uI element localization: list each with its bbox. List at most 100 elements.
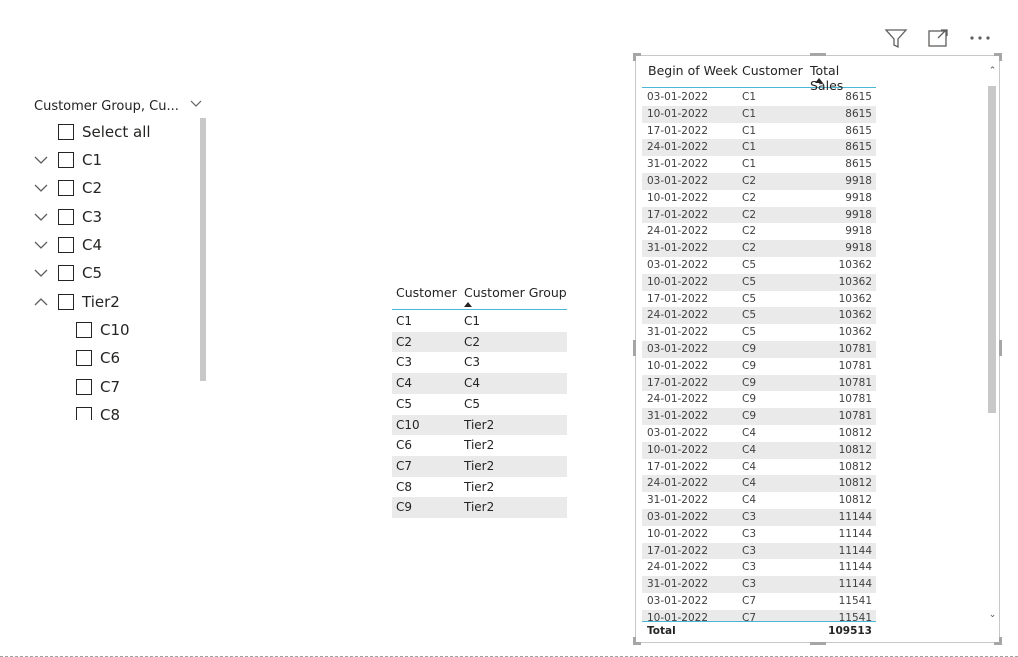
checkbox[interactable] xyxy=(58,152,74,168)
table-row[interactable]: 03-01-2022 C4 10812 xyxy=(642,425,876,442)
table-row[interactable]: 24-01-2022 C4 10812 xyxy=(642,475,876,493)
table-row[interactable]: 24-01-2022 C9 10781 xyxy=(642,391,876,408)
cell-customer: C2 xyxy=(742,191,757,204)
table-row[interactable]: 17-01-2022 C1 8615 xyxy=(642,123,876,140)
slicer-item[interactable]: C4 xyxy=(32,233,102,257)
focus-mode-icon[interactable] xyxy=(926,27,950,49)
checkbox[interactable] xyxy=(58,180,74,196)
table-row[interactable]: C6 Tier2 xyxy=(392,435,567,456)
cell-begin-of-week: 10-01-2022 xyxy=(647,443,709,456)
table-row[interactable]: C3 C3 xyxy=(392,352,567,373)
checkbox[interactable] xyxy=(76,379,92,395)
chevron-down-icon[interactable] xyxy=(32,238,50,252)
column-header-customer[interactable]: Customer xyxy=(742,63,803,78)
slicer-header[interactable]: Customer Group, Cu... xyxy=(34,99,204,117)
chevron-down-icon[interactable] xyxy=(32,181,50,195)
resize-handle[interactable] xyxy=(999,53,1002,61)
table-row[interactable]: 10-01-2022 C3 11144 xyxy=(642,526,876,543)
cell-total-sales: 8615 xyxy=(845,141,872,154)
table-row[interactable]: 17-01-2022 C4 10812 xyxy=(642,459,876,476)
checkbox[interactable] xyxy=(58,294,74,310)
table-row[interactable]: 03-01-2022 C7 11541 xyxy=(642,593,876,610)
table-row[interactable]: 31-01-2022 C2 9918 xyxy=(642,240,876,257)
column-header-begin-of-week[interactable]: Begin of Week xyxy=(648,63,738,78)
table-row[interactable]: 03-01-2022 C5 10362 xyxy=(642,257,876,274)
table-row[interactable]: C7 Tier2 xyxy=(392,455,567,477)
resize-handle[interactable] xyxy=(999,340,1002,356)
slicer-item-label: C7 xyxy=(100,378,121,396)
table-scrollbar-thumb[interactable] xyxy=(988,86,996,413)
table-row[interactable]: 17-01-2022 C9 10781 xyxy=(642,374,876,392)
resize-handle[interactable] xyxy=(633,340,636,356)
checkbox[interactable] xyxy=(58,209,74,225)
slicer-item[interactable]: C1 xyxy=(32,148,102,172)
table-row[interactable]: C5 C5 xyxy=(392,394,567,415)
table-row[interactable]: 24-01-2022 C5 10362 xyxy=(642,307,876,325)
table-row[interactable]: C10 Tier2 xyxy=(392,414,567,436)
filter-icon[interactable] xyxy=(884,27,908,49)
table-row[interactable]: 10-01-2022 C2 9918 xyxy=(642,190,876,207)
table-header: Customer Customer Group xyxy=(392,281,567,310)
column-header-customer-group[interactable]: Customer Group xyxy=(464,285,567,300)
table-row[interactable]: 31-01-2022 C3 11144 xyxy=(642,576,876,593)
sales-table-visual[interactable]: Begin of Week Customer Total Sales 03-01… xyxy=(633,53,1002,645)
checkbox[interactable] xyxy=(58,124,74,140)
table-row[interactable]: 10-01-2022 C9 10781 xyxy=(642,358,876,375)
table-row[interactable]: 17-01-2022 C2 9918 xyxy=(642,206,876,224)
table-row[interactable]: 31-01-2022 C1 8615 xyxy=(642,156,876,173)
scroll-down-icon[interactable]: ⌄ xyxy=(988,611,997,620)
slicer-item[interactable]: C10 xyxy=(76,318,130,342)
table-row[interactable]: 31-01-2022 C5 10362 xyxy=(642,324,876,341)
scroll-up-icon[interactable]: ⌃ xyxy=(988,67,997,76)
chevron-up-icon[interactable] xyxy=(32,295,50,309)
table-row[interactable]: 03-01-2022 C3 11144 xyxy=(642,509,876,526)
table-row[interactable]: 24-01-2022 C3 11144 xyxy=(642,559,876,576)
table-row[interactable]: 10-01-2022 C4 10812 xyxy=(642,441,876,459)
slicer-item[interactable]: Tier2 xyxy=(32,290,120,314)
checkbox[interactable] xyxy=(58,237,74,253)
slicer-item[interactable]: C5 xyxy=(32,261,102,285)
slicer-item[interactable]: C2 xyxy=(32,176,102,200)
table-row[interactable]: 31-01-2022 C9 10781 xyxy=(642,408,876,425)
table-row[interactable]: 10-01-2022 C5 10362 xyxy=(642,273,876,291)
slicer-item[interactable]: C3 xyxy=(32,205,102,229)
table-row[interactable]: 03-01-2022 C2 9918 xyxy=(642,173,876,190)
column-header-customer[interactable]: Customer xyxy=(396,285,457,300)
table-row[interactable]: C4 C4 xyxy=(392,373,567,394)
table-row[interactable]: 10-01-2022 C1 8615 xyxy=(642,105,876,123)
table-row[interactable]: 03-01-2022 C9 10781 xyxy=(642,341,876,358)
slicer-scrollbar[interactable] xyxy=(200,118,206,381)
resize-handle[interactable] xyxy=(810,642,826,645)
table-row[interactable]: 10-01-2022 C7 11541 xyxy=(642,609,876,621)
checkbox[interactable] xyxy=(58,265,74,281)
table-row[interactable]: 31-01-2022 C4 10812 xyxy=(642,492,876,509)
chevron-down-icon[interactable] xyxy=(32,210,50,224)
checkbox[interactable] xyxy=(76,350,92,366)
table-row[interactable]: 17-01-2022 C5 10362 xyxy=(642,291,876,308)
slicer-item[interactable]: C7 xyxy=(76,375,120,399)
table-row[interactable]: C9 Tier2 xyxy=(392,497,567,518)
checkbox[interactable] xyxy=(76,407,92,420)
more-options-icon[interactable] xyxy=(968,27,992,49)
cell-begin-of-week: 24-01-2022 xyxy=(647,561,709,574)
resize-handle[interactable] xyxy=(999,637,1002,645)
table-row[interactable]: C8 Tier2 xyxy=(392,477,567,498)
table-row[interactable]: C1 C1 xyxy=(392,311,567,332)
cell-customer: C2 xyxy=(742,242,757,255)
resize-handle[interactable] xyxy=(633,53,636,61)
checkbox[interactable] xyxy=(76,322,92,338)
table-row[interactable]: C2 C2 xyxy=(392,331,567,353)
chevron-down-icon[interactable] xyxy=(32,153,50,167)
chevron-down-icon[interactable] xyxy=(32,266,50,280)
cell-begin-of-week: 03-01-2022 xyxy=(647,175,709,187)
resize-handle[interactable] xyxy=(633,637,636,645)
slicer-item[interactable]: Select all xyxy=(32,120,151,144)
table-row[interactable]: 24-01-2022 C2 9918 xyxy=(642,223,876,240)
cell-customer: C9 xyxy=(742,393,757,406)
chevron-down-icon[interactable] xyxy=(189,97,203,111)
slicer-item[interactable]: C6 xyxy=(76,346,120,370)
table-row[interactable]: 24-01-2022 C1 8615 xyxy=(642,139,876,157)
table-row[interactable]: 03-01-2022 C1 8615 xyxy=(642,89,876,106)
table-row[interactable]: 17-01-2022 C3 11144 xyxy=(642,542,876,560)
slicer-item[interactable]: C8 xyxy=(76,403,120,420)
